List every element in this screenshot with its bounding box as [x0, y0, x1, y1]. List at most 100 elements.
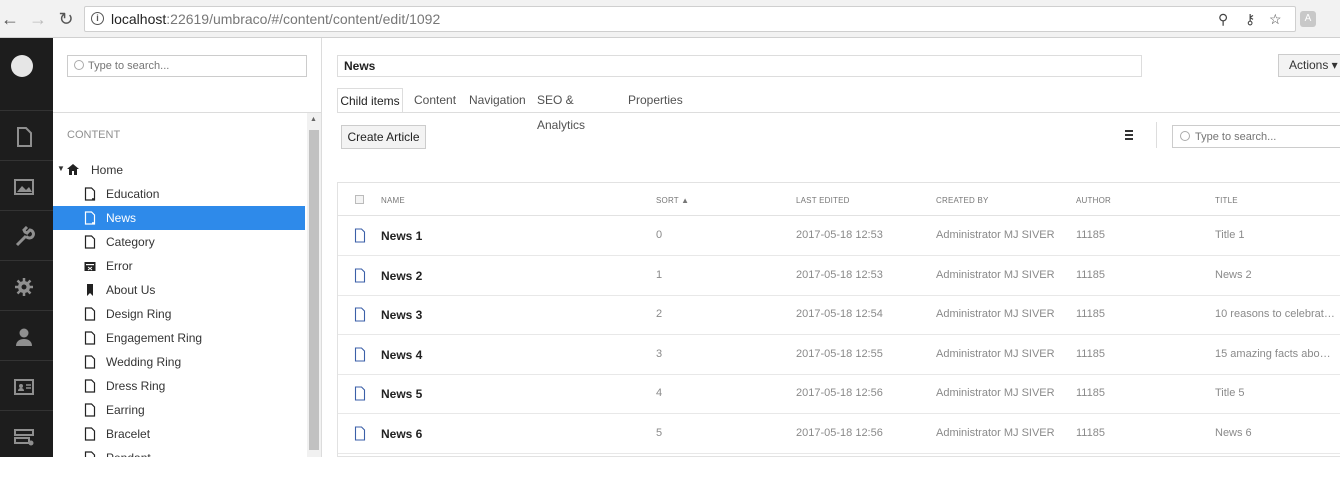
document-icon: [84, 355, 96, 369]
document-icon: [354, 228, 366, 243]
section-rail: [0, 38, 53, 457]
cell-name[interactable]: News 1: [381, 229, 422, 243]
cell-sort: 1: [656, 268, 663, 281]
list-view-icon[interactable]: [1125, 130, 1135, 142]
cell-name[interactable]: News 6: [381, 427, 422, 441]
cell-edited: 2017-05-18 12:56: [796, 387, 883, 400]
cell-name[interactable]: News 3: [381, 308, 422, 322]
info-icon[interactable]: i: [91, 12, 104, 25]
tab-child-items[interactable]: Child items: [337, 88, 403, 113]
reload-icon[interactable]: ↻: [56, 9, 76, 29]
caret-down-icon[interactable]: ▼: [57, 164, 65, 173]
tab-navigation[interactable]: Navigation: [469, 88, 526, 113]
zoom-icon[interactable]: ⚲: [1218, 11, 1228, 28]
users-section-icon[interactable]: [0, 310, 53, 360]
tree-item-home[interactable]: ▼ Home: [53, 158, 305, 182]
column-header-title[interactable]: TITLE: [1215, 196, 1238, 205]
tree-item-label: Dress Ring: [106, 379, 166, 393]
cell-name[interactable]: News 4: [381, 348, 422, 362]
url-text[interactable]: localhost:22619/umbraco/#/content/conten…: [111, 11, 440, 27]
cell-created-by: Administrator MJ SIVER: [936, 268, 1055, 281]
divider: [53, 112, 321, 113]
cell-name[interactable]: News 2: [381, 269, 422, 283]
content-tree-panel: CONTENT ▼ Home Education News Category Erro…: [53, 38, 322, 457]
document-icon: [354, 426, 366, 441]
cell-created-by: Administrator MJ SIVER: [936, 229, 1055, 241]
user-avatar[interactable]: [11, 55, 33, 77]
home-icon: [67, 164, 79, 175]
tree-item-label: Earring: [106, 403, 145, 417]
divider: [1156, 122, 1157, 148]
cell-author: 11185: [1076, 347, 1105, 360]
table-row[interactable]: News 3 2 2017-05-18 12:54 Administrator MJ …: [338, 295, 1340, 336]
cell-name[interactable]: News 5: [381, 387, 422, 401]
tree-item-label: Error: [106, 259, 133, 273]
cell-created-by: Administrator MJ SIVER: [936, 347, 1055, 360]
tab-content[interactable]: Content: [414, 88, 456, 113]
cell-title: 15 amazing facts about ...: [1215, 347, 1335, 360]
content-section-icon[interactable]: [0, 110, 53, 160]
column-header-sort[interactable]: SORT ▲: [656, 196, 689, 205]
address-bar[interactable]: i localhost:22619/umbraco/#/content/cont…: [84, 6, 1296, 32]
node-name-input[interactable]: News: [337, 55, 1142, 77]
key-icon[interactable]: ⚷: [1245, 11, 1255, 28]
tree-search-input[interactable]: [88, 58, 288, 74]
cell-sort: 5: [656, 427, 663, 439]
angular-extension-icon[interactable]: A: [1300, 11, 1316, 27]
tree-item-label: Pendant: [106, 451, 151, 457]
column-header-name[interactable]: NAME: [381, 196, 405, 205]
column-header-author[interactable]: AUTHOR: [1076, 196, 1111, 205]
forward-icon[interactable]: →: [28, 9, 48, 29]
document-icon: [84, 451, 96, 457]
list-search-box[interactable]: [1172, 125, 1340, 148]
select-all-checkbox[interactable]: [355, 195, 364, 204]
settings-wrench-icon[interactable]: [0, 210, 53, 260]
list-search-input[interactable]: [1195, 129, 1335, 145]
cell-edited: 2017-05-18 12:55: [796, 347, 883, 360]
cell-created-by: Administrator MJ SIVER: [936, 387, 1055, 400]
cell-sort: 0: [656, 229, 663, 241]
tree-item-news[interactable]: News: [53, 206, 305, 230]
editor-panel: News Actions ▾ Child items Content Navig…: [323, 38, 1340, 457]
document-icon: [354, 307, 366, 322]
tree-item-design-ring[interactable]: Design Ring: [53, 302, 305, 326]
table-header: NAME SORT ▲ LAST EDITED CREATED BY AUTHO…: [338, 183, 1340, 216]
tree-item-about-us[interactable]: About Us: [53, 278, 305, 302]
scroll-up-icon[interactable]: ▲: [310, 116, 317, 123]
tab-seo-analytics[interactable]: SEO & Analytics: [537, 88, 585, 132]
table-row[interactable]: News 2 1 2017-05-18 12:53 Administrator MJ …: [338, 256, 1340, 296]
column-header-created-by[interactable]: CREATED BY: [936, 196, 989, 205]
forms-section-icon[interactable]: [0, 410, 53, 460]
tree-item-pendant[interactable]: Pendant: [53, 446, 305, 457]
column-header-last-edited[interactable]: LAST EDITED: [796, 196, 850, 205]
table-row[interactable]: News 6 5 2017-05-18 12:56 Administrator MJ …: [338, 414, 1340, 454]
tree-item-bracelet[interactable]: Bracelet: [53, 422, 305, 446]
cell-title: News 6: [1215, 427, 1252, 439]
tree-item-engagement-ring[interactable]: Engagement Ring: [53, 326, 305, 350]
table-row[interactable]: News 5 4 2017-05-18 12:56 Administrator MJ …: [338, 374, 1340, 415]
document-icon: [354, 268, 366, 283]
tree-item-error[interactable]: Error: [53, 254, 305, 278]
create-article-button[interactable]: Create Article: [341, 125, 426, 149]
actions-button[interactable]: Actions ▾: [1278, 54, 1340, 77]
tree-item-dress-ring[interactable]: Dress Ring: [53, 374, 305, 398]
cell-sort: 3: [656, 347, 663, 360]
tree-item-education[interactable]: Education: [53, 182, 305, 206]
back-icon[interactable]: ←: [0, 9, 20, 29]
scroll-thumb[interactable]: [309, 130, 319, 450]
bookmark-star-icon[interactable]: ☆: [1269, 11, 1282, 28]
cell-sort: 2: [656, 308, 663, 321]
tree-item-earring[interactable]: Earring: [53, 398, 305, 422]
developer-gear-icon[interactable]: [0, 260, 53, 310]
cell-title: Title 1: [1215, 229, 1245, 241]
tree-search-box[interactable]: [67, 55, 307, 77]
tab-properties[interactable]: Properties: [628, 88, 683, 113]
table-row[interactable]: News 4 3 2017-05-18 12:55 Administrator MJ …: [338, 335, 1340, 375]
tree-item-category[interactable]: Category: [53, 230, 305, 254]
tree-scrollbar[interactable]: ▲: [307, 113, 321, 457]
members-section-icon[interactable]: [0, 360, 53, 410]
child-items-table: NAME SORT ▲ LAST EDITED CREATED BY AUTHO…: [337, 182, 1340, 457]
media-section-icon[interactable]: [0, 160, 53, 210]
tree-item-wedding-ring[interactable]: Wedding Ring: [53, 350, 305, 374]
table-row[interactable]: News 1 0 2017-05-18 12:53 Administrator MJ …: [338, 216, 1340, 256]
